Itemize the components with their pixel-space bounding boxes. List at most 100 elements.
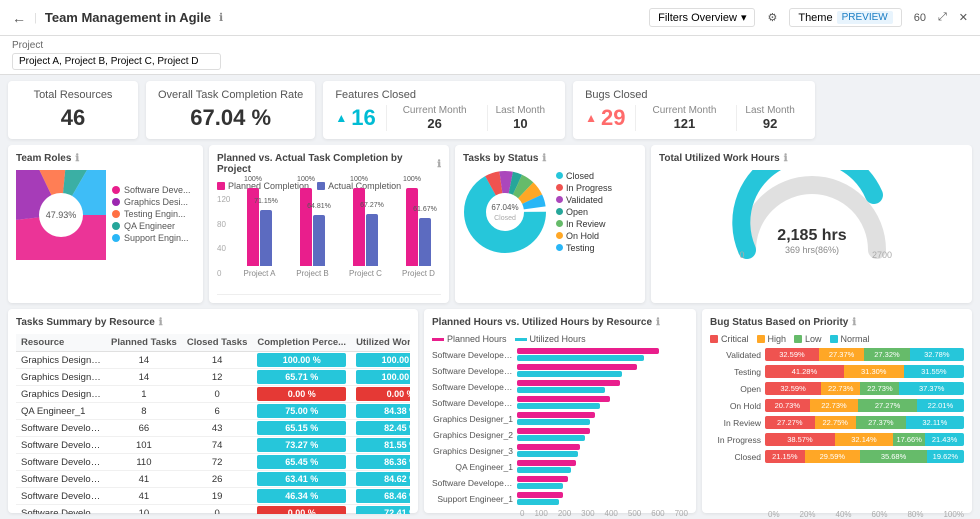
cell-resource: Graphics Designer_1: [16, 352, 106, 369]
cell-utilized: 86.36 %: [351, 454, 410, 471]
cell-completion: 46.34 %: [252, 488, 351, 505]
project-label: Project: [12, 40, 968, 51]
back-button[interactable]: ←: [12, 10, 26, 26]
bug-status-bars[interactable]: Validated 32.59% 27.37% 27.32% 32.78% Te…: [710, 348, 964, 508]
utilized-bar: [517, 467, 571, 473]
info-icon-bug[interactable]: ℹ: [852, 317, 856, 328]
tasks-status-legend: Closed In Progress Validated Open In Rev…: [556, 171, 612, 255]
seg-critical: 32.59%: [765, 348, 819, 361]
bug-status-card: Bug Status Based on Priority ℹ Critical …: [702, 309, 972, 513]
cell-closed: 26: [182, 471, 253, 488]
info-icon[interactable]: ℹ: [219, 11, 223, 24]
settings-icon[interactable]: ⚙: [767, 11, 777, 24]
seg-normal: 31.55%: [904, 365, 964, 378]
bar-planned-d: 100%: [406, 188, 418, 266]
utilized-bar: [517, 387, 605, 393]
cell-planned: 101: [106, 437, 182, 454]
seg-high: 27.37%: [819, 348, 864, 361]
legend-item-support: Support Engin...: [112, 233, 191, 243]
seg-critical: 38.57%: [765, 433, 835, 446]
pu-bars-track: [517, 444, 688, 457]
info-icon-tasks[interactable]: ℹ: [542, 153, 546, 164]
close-icon[interactable]: ✕: [959, 11, 968, 24]
bar-label-a: Project A: [243, 269, 275, 278]
bugs-closed-label: Bugs Closed: [585, 89, 803, 101]
table-row: Software Developer... 41 19 46.34 % 68.4…: [16, 488, 410, 505]
features-last-month: Last Month 10: [487, 105, 553, 131]
theme-button[interactable]: Theme PREVIEW: [789, 8, 901, 27]
cell-resource: Software Developer...: [16, 488, 106, 505]
pu-label: QA Engineer_1: [432, 462, 517, 472]
seg-low: 27.37%: [856, 416, 906, 429]
legend-normal: Normal: [830, 334, 870, 344]
table-row: Graphics Designer_3 1 0 0.00 % 0.00 %: [16, 386, 410, 403]
cell-utilized: 72.41 %: [351, 505, 410, 515]
expand-icon[interactable]: ⤢: [938, 11, 947, 24]
seg-low: 17.66%: [893, 433, 925, 446]
zoom-level: 60: [914, 12, 926, 24]
utilized-bar: [517, 435, 585, 441]
pu-bars-track: [517, 380, 688, 393]
planned-bar: [517, 412, 595, 418]
cell-completion: 75.00 %: [252, 403, 351, 420]
cell-utilized: 100.00 %: [351, 369, 410, 386]
cell-completion: 65.45 %: [252, 454, 351, 471]
cell-resource: QA Engineer_1: [16, 403, 106, 420]
bar-planned-c: 100%: [353, 188, 365, 266]
cell-resource: Graphics Designer_3: [16, 386, 106, 403]
cell-planned: 110: [106, 454, 182, 471]
middle-section: Team Roles ℹ 47.93% Software Deve...: [0, 145, 980, 309]
pu-row: Graphics Designer_1: [432, 412, 688, 425]
cell-planned: 41: [106, 471, 182, 488]
cell-closed: 12: [182, 369, 253, 386]
bug-bars-track: 38.57% 32.14% 17.66% 21.43%: [765, 433, 964, 446]
cell-planned: 41: [106, 488, 182, 505]
gauge-chart: 2,185 hrs 369 hrs(86%) 0 2700: [732, 170, 892, 260]
cell-planned: 14: [106, 369, 182, 386]
cell-completion: 0.00 %: [252, 505, 351, 515]
info-icon-planned[interactable]: ℹ: [437, 159, 441, 170]
table-row: Software Developer... 110 72 65.45 % 86.…: [16, 454, 410, 471]
planned-utilized-bars[interactable]: Software Developer_1 Software Developer_…: [432, 348, 688, 508]
table-row: Software Developer... 10 0 0.00 % 72.41 …: [16, 505, 410, 515]
cards-row: Total Resources 46 Overall Task Completi…: [0, 75, 980, 145]
pu-bars-track: [517, 396, 688, 409]
project-select[interactable]: Project A, Project B, Project C, Project…: [12, 53, 221, 70]
bug-row: In Progress 38.57% 32.14% 17.66% 21.43%: [710, 433, 964, 446]
info-icon-pu[interactable]: ℹ: [656, 317, 660, 328]
planned-actual-card: Planned vs. Actual Task Completion by Pr…: [209, 145, 449, 303]
tasks-summary-table-scroll[interactable]: Resource Planned Tasks Closed Tasks Comp…: [16, 334, 410, 514]
info-icon-work[interactable]: ℹ: [784, 153, 788, 164]
pu-label: Software Developer_2: [432, 478, 517, 488]
cell-closed: 74: [182, 437, 253, 454]
cell-planned: 66: [106, 420, 182, 437]
work-hours-card: Total Utilized Work Hours ℹ 2,185 hrs 36…: [651, 145, 972, 303]
cell-completion: 65.71 %: [252, 369, 351, 386]
svg-text:2700: 2700: [871, 250, 891, 260]
cell-completion: 63.41 %: [252, 471, 351, 488]
team-roles-legend: Software Deve... Graphics Desi... Testin…: [112, 185, 191, 245]
tasks-status-title: Tasks by Status ℹ: [463, 153, 637, 164]
cell-utilized: 68.46 %: [351, 488, 410, 505]
cell-planned: 10: [106, 505, 182, 515]
pu-row: Software Developer_4: [432, 396, 688, 409]
info-icon-summary[interactable]: ℹ: [159, 317, 163, 328]
planned-bar: [517, 476, 568, 482]
seg-low: 35.68%: [860, 450, 927, 463]
svg-text:0: 0: [739, 250, 744, 260]
pu-label: Graphics Designer_3: [432, 446, 517, 456]
filters-overview-button[interactable]: Filters Overview ▾: [649, 8, 755, 27]
bug-label: Open: [710, 384, 765, 394]
cell-completion: 0.00 %: [252, 386, 351, 403]
seg-normal: 21.43%: [925, 433, 964, 446]
completion-rate-label: Overall Task Completion Rate: [158, 89, 303, 101]
svg-text:369 hrs(86%): 369 hrs(86%): [784, 245, 838, 255]
seg-high: 31.30%: [844, 365, 904, 378]
seg-normal: 32.78%: [910, 348, 964, 361]
cell-closed: 14: [182, 352, 253, 369]
completion-rate-card: Overall Task Completion Rate 67.04 %: [146, 81, 315, 139]
info-icon-team[interactable]: ℹ: [75, 153, 79, 164]
pu-bars-track: [517, 476, 688, 489]
cell-completion: 73.27 %: [252, 437, 351, 454]
features-num-section: ▲ 16: [335, 105, 385, 131]
